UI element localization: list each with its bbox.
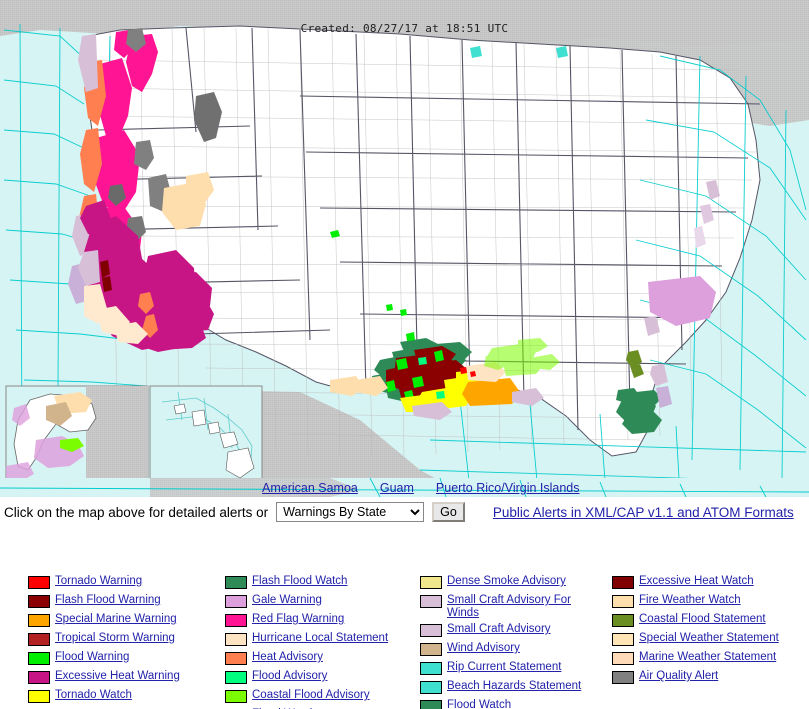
- legend-item[interactable]: Red Flag Warning: [225, 613, 415, 629]
- legend-label-link[interactable]: Flash Flood Warning: [55, 594, 161, 607]
- territory-links: American Samoa Guam Puerto Rico/Virgin Isl…: [262, 481, 602, 495]
- legend-item[interactable]: Marine Weather Statement: [612, 651, 809, 667]
- legend-color-swatch: [612, 652, 634, 665]
- legend-color-swatch: [612, 671, 634, 684]
- legend-color-swatch: [28, 652, 50, 665]
- legend-item[interactable]: Small Craft Advisory: [420, 623, 605, 639]
- legend-color-swatch: [420, 681, 442, 694]
- legend-label-link[interactable]: Flash Flood Watch: [252, 575, 347, 588]
- legend-label-link[interactable]: Dense Smoke Advisory: [447, 575, 566, 588]
- legend-label-link[interactable]: Rip Current Statement: [447, 661, 561, 674]
- warnings-by-state-select[interactable]: Warnings By StateAlabamaAlaskaArizonaArk…: [276, 502, 425, 522]
- public-alerts-xml-cap-link[interactable]: Public Alerts in XML/CAP v1.1 and ATOM F…: [493, 505, 794, 520]
- legend-item[interactable]: Excessive Heat Watch: [612, 575, 809, 591]
- legend-item[interactable]: Special Weather Statement: [612, 632, 809, 648]
- legend-item[interactable]: Rip Current Statement: [420, 661, 605, 677]
- legend-item[interactable]: Fire Weather Watch: [612, 594, 809, 610]
- legend-item[interactable]: Flash Flood Watch: [225, 575, 415, 591]
- legend-label-link[interactable]: Hurricane Local Statement: [252, 632, 388, 645]
- legend-item[interactable]: Flood Warning: [28, 651, 218, 667]
- legend-color-swatch: [225, 652, 247, 665]
- legend-item[interactable]: Flash Flood Warning: [28, 594, 218, 610]
- legend-label-link[interactable]: Tropical Storm Warning: [55, 632, 175, 645]
- legend-item[interactable]: Small Craft Advisory For Winds: [420, 594, 605, 620]
- legend-color-swatch: [225, 614, 247, 627]
- legend-label-link[interactable]: Fire Weather Watch: [639, 594, 741, 607]
- legend-color-swatch: [420, 624, 442, 637]
- legend-color-swatch: [225, 671, 247, 684]
- legend-color-swatch: [225, 690, 247, 703]
- legend-item[interactable]: Hurricane Local Statement: [225, 632, 415, 648]
- american-samoa-link[interactable]: American Samoa: [262, 481, 358, 495]
- legend-color-swatch: [28, 595, 50, 608]
- legend-item[interactable]: Flood Advisory: [225, 670, 415, 686]
- legend-label-link[interactable]: Coastal Flood Statement: [639, 613, 766, 626]
- legend-color-swatch: [612, 576, 634, 589]
- legend-label-link[interactable]: Coastal Flood Advisory: [252, 689, 370, 702]
- legend-item[interactable]: Special Marine Warning: [28, 613, 218, 629]
- legend-label-link[interactable]: Small Craft Advisory For Winds: [447, 594, 602, 620]
- legend-label-link[interactable]: Red Flag Warning: [252, 613, 344, 626]
- nws-alerts-page: Created: 08/27/17 at 18:51 UTC American …: [0, 0, 809, 709]
- legend-item[interactable]: Wind Advisory: [420, 642, 605, 658]
- legend-color-swatch: [225, 633, 247, 646]
- legend-label-link[interactable]: Air Quality Alert: [639, 670, 718, 683]
- legend-item[interactable]: Flood Watch: [420, 699, 605, 709]
- legend-label-link[interactable]: Gale Warning: [252, 594, 322, 607]
- legend-label-link[interactable]: Excessive Heat Watch: [639, 575, 754, 588]
- legend-item[interactable]: Tornado Watch: [28, 689, 218, 705]
- legend-label-link[interactable]: Tornado Watch: [55, 689, 132, 702]
- legend-item[interactable]: Excessive Heat Warning: [28, 670, 218, 686]
- guam-link[interactable]: Guam: [380, 481, 414, 495]
- legend-column-2: Flash Flood Watch Gale Warning Red Flag Wa…: [225, 575, 415, 709]
- legend-label-link[interactable]: Flood Warning: [55, 651, 129, 664]
- alert-legend: Tornado Warning Flash Flood Warning Specia…: [0, 575, 809, 709]
- legend-label-link[interactable]: Wind Advisory: [447, 642, 520, 655]
- legend-label-link[interactable]: Special Weather Statement: [639, 632, 779, 645]
- legend-label-link[interactable]: Small Craft Advisory: [447, 623, 551, 636]
- legend-label-link[interactable]: Flood Advisory: [252, 670, 327, 683]
- legend-item[interactable]: Dense Smoke Advisory: [420, 575, 605, 591]
- legend-label-link[interactable]: Tornado Warning: [55, 575, 142, 588]
- legend-color-swatch: [420, 576, 442, 589]
- legend-color-swatch: [420, 662, 442, 675]
- legend-label-link[interactable]: Special Marine Warning: [55, 613, 177, 626]
- legend-item[interactable]: Coastal Flood Statement: [612, 613, 809, 629]
- legend-color-swatch: [28, 614, 50, 627]
- legend-color-swatch: [225, 576, 247, 589]
- legend-item[interactable]: Tropical Storm Warning: [28, 632, 218, 648]
- legend-column-1: Tornado Warning Flash Flood Warning Specia…: [28, 575, 218, 708]
- legend-color-swatch: [612, 595, 634, 608]
- alerts-map[interactable]: Created: 08/27/17 at 18:51 UTC American …: [0, 0, 809, 497]
- legend-label-link[interactable]: Heat Advisory: [252, 651, 323, 664]
- legend-color-swatch: [28, 633, 50, 646]
- go-button[interactable]: Go: [432, 502, 465, 522]
- legend-item[interactable]: Gale Warning: [225, 594, 415, 610]
- legend-label-link[interactable]: Excessive Heat Warning: [55, 670, 180, 683]
- legend-item[interactable]: Coastal Flood Advisory: [225, 689, 415, 705]
- legend-color-swatch: [420, 700, 442, 709]
- legend-color-swatch: [420, 643, 442, 656]
- legend-item[interactable]: Air Quality Alert: [612, 670, 809, 686]
- legend-label-link[interactable]: Marine Weather Statement: [639, 651, 776, 664]
- map-graphic[interactable]: [0, 0, 809, 497]
- legend-color-swatch: [225, 595, 247, 608]
- puerto-rico-virgin-islands-link[interactable]: Puerto Rico/Virgin Islands: [436, 481, 580, 495]
- map-control-bar: Click on the map above for detailed aler…: [0, 497, 809, 527]
- legend-color-swatch: [28, 576, 50, 589]
- legend-column-4: Excessive Heat Watch Fire Weather Watch Co…: [612, 575, 809, 689]
- map-instruction-text: Click on the map above for detailed aler…: [4, 504, 269, 520]
- legend-item[interactable]: Beach Hazards Statement: [420, 680, 605, 696]
- legend-column-3: Dense Smoke Advisory Small Craft Advisory…: [420, 575, 605, 709]
- legend-color-swatch: [420, 595, 442, 608]
- legend-color-swatch: [28, 690, 50, 703]
- legend-color-swatch: [612, 633, 634, 646]
- legend-color-swatch: [612, 614, 634, 627]
- legend-item[interactable]: Heat Advisory: [225, 651, 415, 667]
- legend-label-link[interactable]: Flood Watch: [447, 699, 511, 709]
- legend-label-link[interactable]: Beach Hazards Statement: [447, 680, 581, 693]
- legend-item[interactable]: Tornado Warning: [28, 575, 218, 591]
- legend-color-swatch: [28, 671, 50, 684]
